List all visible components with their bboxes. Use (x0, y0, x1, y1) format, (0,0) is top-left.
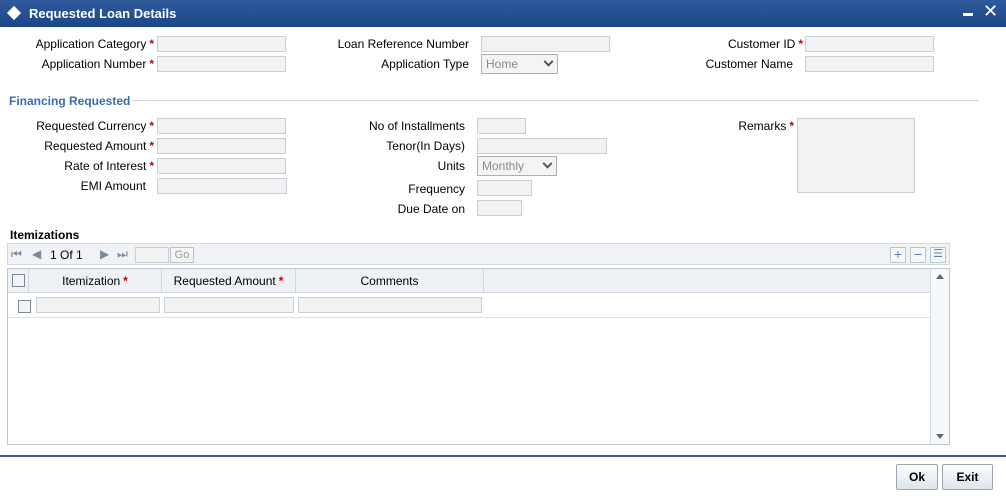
close-icon[interactable]: ✕ (983, 1, 998, 21)
diamond-icon (6, 5, 22, 21)
loan-reference-number-label: Loan Reference Number (337, 37, 469, 51)
requested-currency-input[interactable] (157, 118, 286, 134)
application-category-label: Application Category * (35, 37, 154, 51)
column-header-itemization[interactable]: Itemization * (29, 269, 162, 293)
grid-header: Itemization * Requested Amount * Comments (8, 269, 930, 293)
application-number-label: Application Number * (41, 57, 154, 71)
frequency-label: Frequency (408, 182, 465, 196)
customer-name-input[interactable] (805, 56, 934, 72)
itemizations-grid: Itemization * Requested Amount * Comments (7, 268, 950, 445)
scroll-up-icon[interactable] (936, 274, 944, 279)
first-page-icon[interactable]: ⏮ (11, 247, 22, 262)
rate-of-interest-label: Rate of Interest * (64, 159, 154, 173)
no-of-installments-input[interactable] (477, 118, 526, 134)
tenor-label: Tenor(In Days) (386, 139, 465, 153)
select-all-checkbox[interactable] (12, 274, 25, 287)
loan-reference-number-input[interactable] (481, 36, 610, 52)
requested-amount-cell-input[interactable] (164, 297, 294, 313)
units-label: Units (437, 159, 465, 173)
application-category-input[interactable] (157, 36, 286, 52)
units-value: Monthly (482, 159, 525, 173)
application-type-select[interactable]: Home (481, 54, 558, 74)
customer-id-label: Customer ID * (727, 37, 803, 51)
due-date-on-label: Due Date on (397, 202, 465, 216)
last-page-icon[interactable]: ⏭ (117, 247, 128, 262)
comments-cell-input[interactable] (298, 297, 482, 313)
exit-button[interactable]: Exit (942, 464, 993, 490)
emi-amount-label: EMI Amount (80, 179, 146, 193)
itemization-cell-input[interactable] (36, 297, 160, 313)
delete-row-button[interactable]: − (910, 247, 926, 263)
window-title: Requested Loan Details (29, 6, 177, 21)
application-type-label: Application Type (381, 57, 469, 71)
ok-button[interactable]: Ok (896, 464, 938, 490)
page-indicator: 1 Of 1 (50, 248, 83, 262)
column-header-requested-amount[interactable]: Requested Amount * (162, 269, 296, 293)
financing-requested-title: Financing Requested (9, 94, 131, 108)
row-checkbox[interactable] (18, 300, 31, 313)
frequency-input[interactable] (477, 180, 532, 196)
scroll-down-icon[interactable] (936, 434, 944, 439)
emi-amount-input[interactable] (157, 178, 287, 194)
customer-id-input[interactable] (805, 36, 934, 52)
select-all-cell (8, 269, 29, 293)
column-header-comments[interactable]: Comments (296, 269, 484, 293)
window-titlebar: Requested Loan Details ✕ (0, 0, 1006, 27)
no-of-installments-label: No of Installments (368, 119, 465, 133)
next-page-icon[interactable]: ▶ (100, 247, 109, 261)
view-row-button[interactable]: ☰ (930, 247, 946, 263)
section-divider (132, 100, 979, 101)
due-date-on-input[interactable] (477, 200, 522, 216)
go-button[interactable]: Go (170, 247, 194, 263)
units-select[interactable]: Monthly (477, 156, 557, 176)
requested-amount-input[interactable] (157, 138, 286, 154)
application-type-value: Home (486, 57, 519, 71)
itemizations-pager: ⏮ ◀ 1 Of 1 ▶ ⏭ Go + − ☰ (7, 243, 950, 265)
add-row-button[interactable]: + (890, 247, 906, 263)
grid-scrollbar[interactable] (930, 269, 949, 444)
customer-name-label: Customer Name (705, 57, 793, 71)
table-row (8, 317, 930, 318)
rate-of-interest-input[interactable] (157, 158, 286, 174)
chevron-down-icon (543, 56, 554, 67)
page-number-input[interactable] (135, 247, 169, 263)
footer-bar: Ok Exit (0, 455, 1006, 497)
itemizations-title: Itemizations (10, 228, 80, 242)
minimize-icon[interactable] (963, 13, 973, 16)
chevron-down-icon (542, 158, 553, 169)
remarks-label: Remarks * (738, 119, 794, 133)
previous-page-icon[interactable]: ◀ (32, 247, 41, 261)
remarks-textarea[interactable] (797, 118, 915, 193)
application-number-input[interactable] (157, 56, 286, 72)
requested-currency-label: Requested Currency * (36, 119, 154, 133)
requested-amount-label: Requested Amount * (44, 139, 154, 153)
tenor-input[interactable] (477, 138, 607, 154)
